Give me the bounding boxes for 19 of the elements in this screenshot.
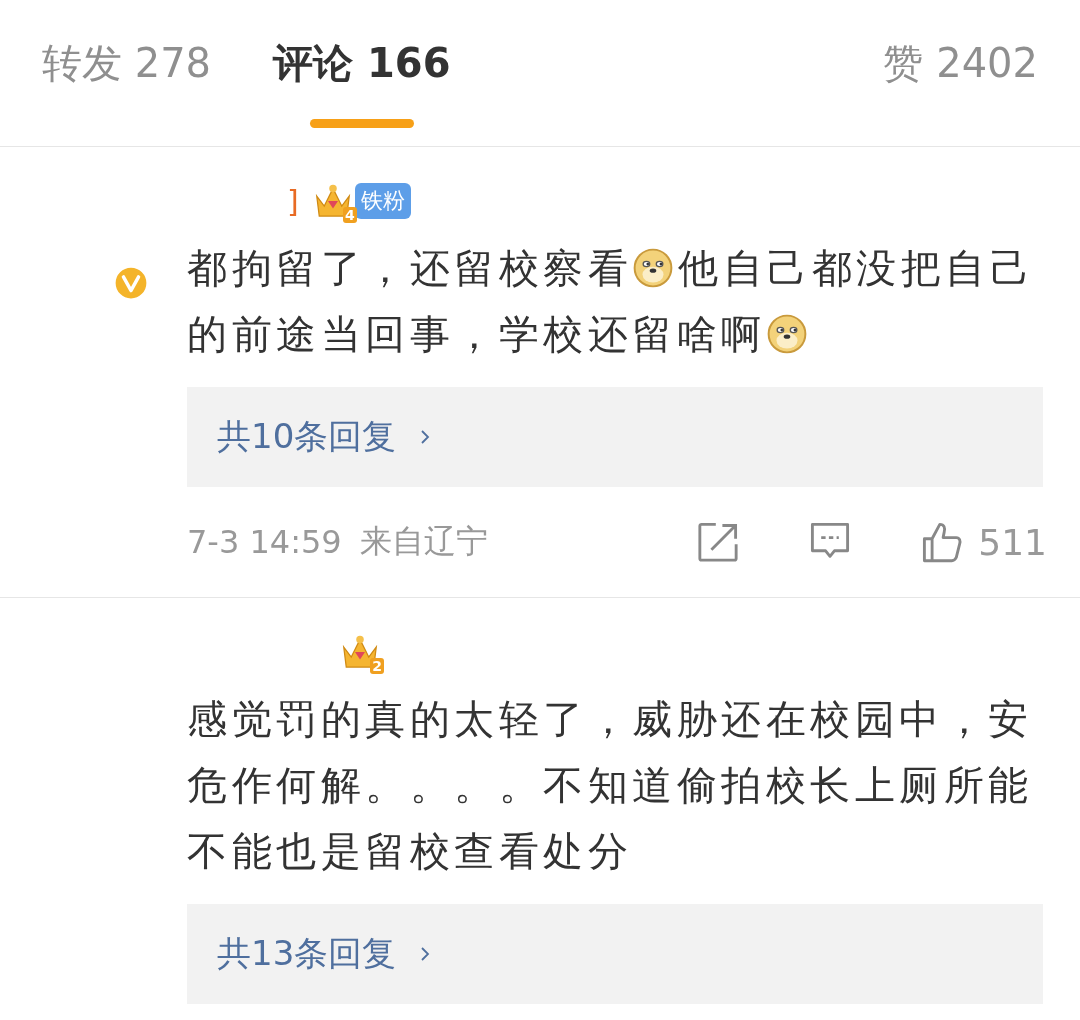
- fan-badge: 铁粉: [354, 183, 411, 219]
- tab[interactable]: 转发 278: [42, 35, 212, 111]
- share-icon[interactable]: [696, 520, 741, 564]
- tab[interactable]: 评论 166: [273, 35, 451, 111]
- comment-text: 的前途当回事，学校还留啥啊: [187, 310, 766, 359]
- comment-text: 危作何解。。。。不知道偷拍校长上厕所能: [187, 761, 1033, 810]
- comment-text: 都拘留了，还留校察看: [187, 244, 632, 293]
- dog-emoji-icon: [765, 313, 808, 355]
- replies-link[interactable]: 共13条回复: [187, 904, 1043, 1004]
- tab[interactable]: 赞 2402: [883, 35, 1038, 111]
- username[interactable]: ]: [287, 183, 299, 219]
- comment-text: 他自己都没把自己: [678, 244, 1034, 293]
- like-button[interactable]: 511: [920, 520, 1047, 564]
- comment-location: 来自辽宁: [359, 521, 488, 562]
- dog-emoji-icon: [632, 247, 674, 289]
- comment-text: 感觉罚的真的太轻了，威胁还在校园中，安: [187, 695, 1033, 744]
- comment-text: 不能也是留校查看处分: [187, 827, 632, 876]
- comment-time: 7-3 14:59: [187, 523, 342, 561]
- replies-link[interactable]: 共10条回复: [187, 387, 1043, 487]
